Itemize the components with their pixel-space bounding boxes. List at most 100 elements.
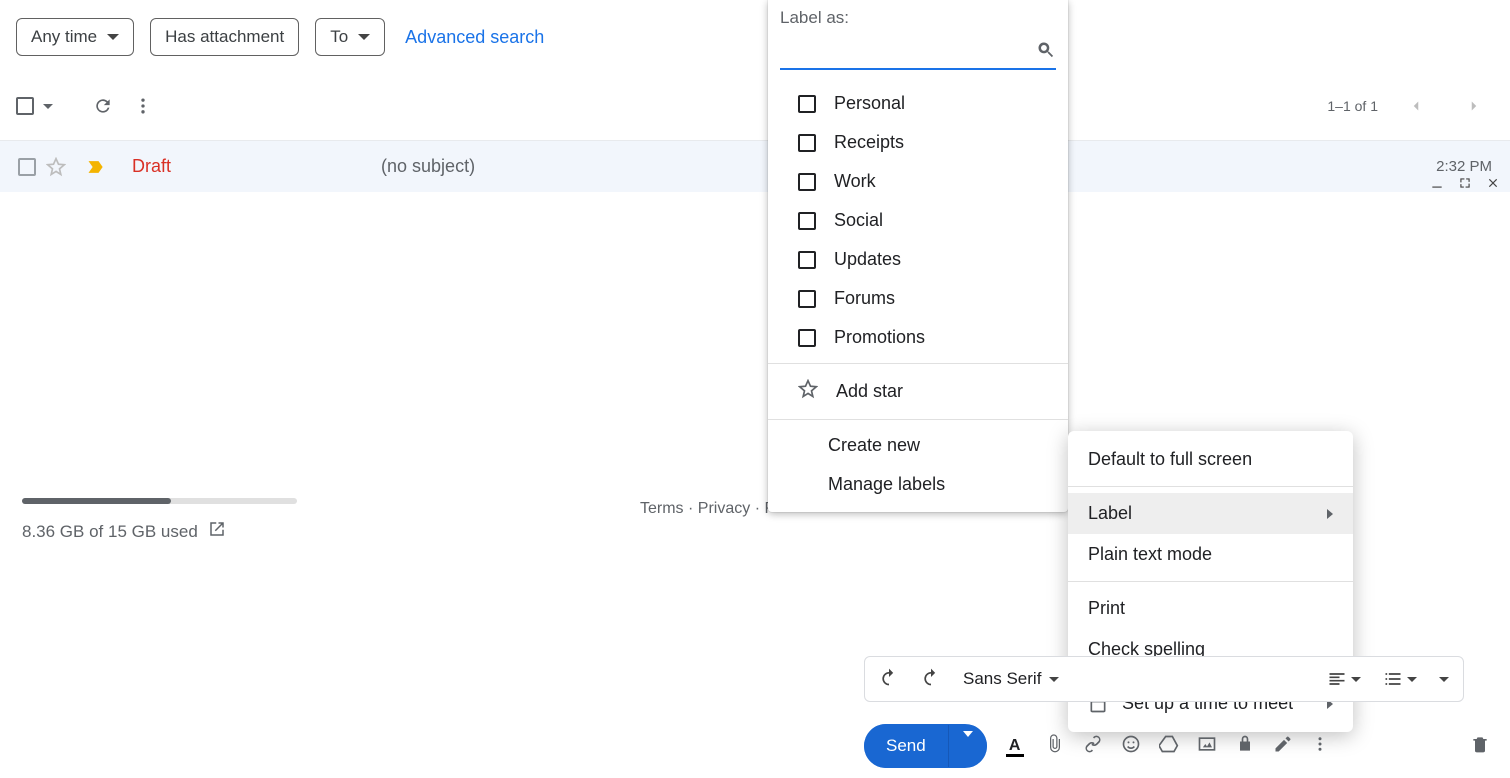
label-option-promotions[interactable]: Promotions [768,318,1068,357]
chevron-down-icon [963,731,973,754]
option-print[interactable]: Print [1068,588,1353,629]
minimize-button[interactable] [1430,176,1444,195]
option-plain-text[interactable]: Plain text mode [1068,534,1353,575]
star-outline-icon [798,379,818,404]
insert-link-button[interactable] [1083,734,1103,759]
importance-marker[interactable] [76,147,116,187]
list-button[interactable] [1383,669,1417,689]
compose-more-button[interactable] [1311,735,1329,758]
mail-row[interactable]: Draft (no subject) 2:32 PM [0,140,1510,192]
star-outline-icon [46,157,66,177]
close-button[interactable] [1486,176,1500,195]
text-color-button[interactable]: A [1003,734,1027,758]
align-icon [1327,669,1347,689]
refresh-icon [93,96,113,116]
legal-links: Terms · Privacy · P [640,500,775,518]
label-search[interactable] [780,36,1056,70]
label-option-text: Forums [834,288,895,309]
more-format-button[interactable] [1439,677,1449,682]
send-more-button[interactable] [948,725,987,767]
insert-image-button[interactable] [1197,734,1217,759]
filter-to-label: To [330,27,348,47]
expand-icon [1458,176,1472,190]
label-option-text: Updates [834,249,901,270]
star-button[interactable] [36,147,76,187]
attachment-icon [1045,734,1065,754]
checkbox-icon [798,95,816,113]
advanced-search-link[interactable]: Advanced search [401,19,548,56]
send-button[interactable]: Send [864,724,948,768]
lock-clock-icon [1235,734,1255,754]
filter-to[interactable]: To [315,18,385,56]
row-sender: Draft [132,156,171,177]
label-add-star-text: Add star [836,381,903,402]
label-search-input[interactable] [780,43,1036,61]
label-option-updates[interactable]: Updates [768,240,1068,279]
compose-action-icons: A [1003,734,1329,759]
more-vert-icon [1311,735,1329,753]
more-vert-icon [133,96,153,116]
open-external[interactable] [208,520,226,543]
align-button[interactable] [1327,669,1361,689]
filter-has-attachment[interactable]: Has attachment [150,18,299,56]
refresh-button[interactable] [83,86,123,126]
checkbox-icon [798,329,816,347]
privacy-link[interactable]: Privacy [698,500,750,517]
chevron-down-icon [1049,677,1059,682]
label-option-receipts[interactable]: Receipts [768,123,1068,162]
label-option-forums[interactable]: Forums [768,279,1068,318]
filter-anytime[interactable]: Any time [16,18,134,56]
emoji-icon [1121,734,1141,754]
label-option-personal[interactable]: Personal [768,84,1068,123]
row-checkbox[interactable] [18,158,36,176]
label-option-text: Receipts [834,132,904,153]
label-option-work[interactable]: Work [768,162,1068,201]
label-add-star[interactable]: Add star [768,370,1068,413]
emoji-button[interactable] [1121,734,1141,759]
redo-button[interactable] [921,667,941,692]
open-in-new-icon [208,520,226,538]
compose-bottom-bar: Send A [864,724,1329,768]
storage-text: 8.36 GB of 15 GB used [22,522,198,542]
page-next[interactable] [1454,86,1494,126]
row-time: 2:32 PM [1436,158,1492,175]
fullscreen-button[interactable] [1458,176,1472,195]
checkbox-icon [16,97,34,115]
option-label[interactable]: Label [1068,493,1353,534]
minimize-icon [1430,176,1444,190]
toolbar: 1–1 of 1 [0,56,1510,140]
checkbox-icon [798,251,816,269]
label-option-social[interactable]: Social [768,201,1068,240]
filter-bar: Any time Has attachment To Advanced sear… [0,0,1510,56]
label-create-new[interactable]: Create new [768,426,1068,465]
signature-button[interactable] [1273,734,1293,759]
label-popup-title: Label as: [768,0,1068,36]
storage-bar [22,498,297,504]
option-fullscreen[interactable]: Default to full screen [1068,439,1353,480]
importance-icon [86,157,106,177]
label-option-text: Personal [834,93,905,114]
redo-icon [921,667,941,687]
select-all[interactable] [16,97,53,115]
page-prev[interactable] [1396,86,1436,126]
drive-button[interactable] [1159,734,1179,759]
chevron-down-icon [107,34,119,40]
link-icon [1083,734,1103,754]
trash-icon [1470,734,1490,754]
terms-link[interactable]: Terms [640,500,684,517]
search-icon [1036,40,1056,65]
list-numbered-icon [1383,669,1403,689]
close-icon [1486,176,1500,190]
discard-draft-button[interactable] [1470,734,1490,759]
undo-button[interactable] [879,667,899,692]
checkbox-icon [798,212,816,230]
format-toolbar: Sans Serif [864,656,1464,702]
confidential-button[interactable] [1235,734,1255,759]
attach-button[interactable] [1045,734,1065,759]
label-option-text: Social [834,210,883,231]
label-manage[interactable]: Manage labels [768,465,1068,504]
pagination: 1–1 of 1 [1327,86,1494,126]
more-button[interactable] [123,86,163,126]
font-select[interactable]: Sans Serif [963,669,1059,689]
row-subject: (no subject) [381,156,475,177]
